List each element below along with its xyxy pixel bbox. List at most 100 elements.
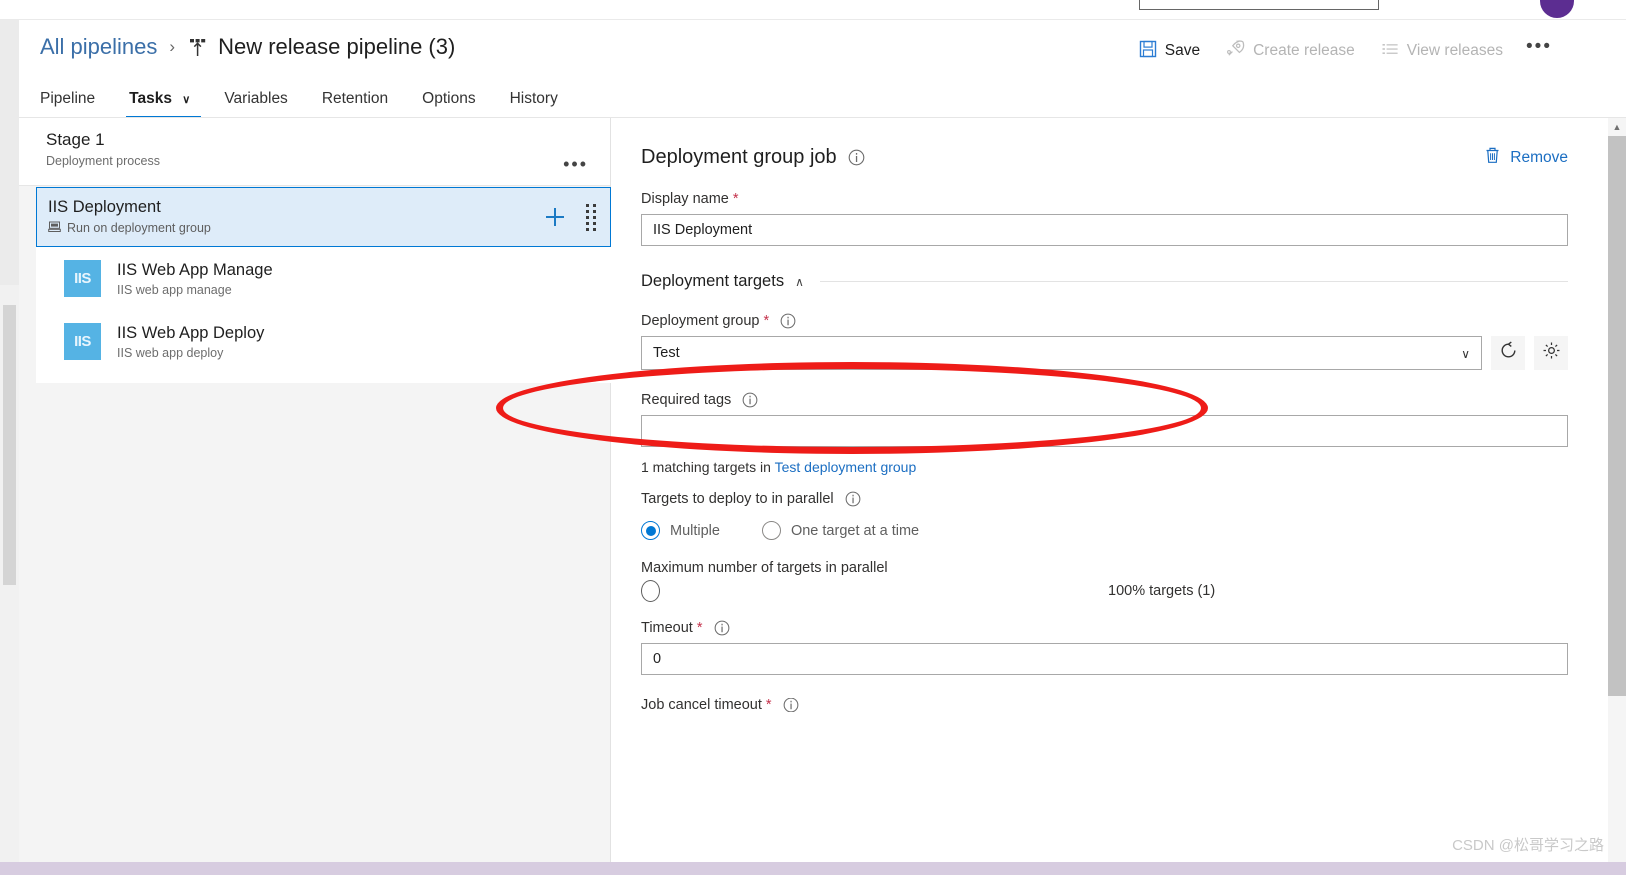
manage-settings-button[interactable] bbox=[1534, 336, 1568, 370]
task-item-iis-web-app-manage[interactable]: IIS IIS Web App Manage IIS web app manag… bbox=[36, 247, 611, 310]
stage-header: Stage 1 Deployment process ••• bbox=[19, 118, 610, 186]
job-title: IIS Deployment bbox=[48, 198, 161, 216]
stage-menu-button[interactable]: ••• bbox=[563, 154, 588, 175]
deployment-targets-label: Deployment targets bbox=[641, 272, 785, 290]
header-divider bbox=[0, 19, 1626, 20]
required-tags-field: Required tags bbox=[641, 392, 1568, 447]
view-releases-label: View releases bbox=[1406, 42, 1503, 59]
tab-retention-label: Retention bbox=[321, 90, 389, 107]
display-name-input[interactable] bbox=[641, 214, 1568, 246]
breadcrumb-separator: › bbox=[169, 37, 176, 56]
timeout-input[interactable] bbox=[641, 643, 1568, 675]
section-divider bbox=[819, 281, 1568, 282]
chevron-up-icon: ∧ bbox=[795, 274, 804, 289]
panel-title: Deployment group job bbox=[641, 146, 837, 168]
task-texts: IIS Web App Deploy IIS web app deploy bbox=[117, 324, 264, 360]
parallel-label-text: Targets to deploy to in parallel bbox=[641, 491, 834, 507]
os-taskbar bbox=[0, 862, 1626, 875]
max-parallel-value: 100% targets (1) bbox=[1108, 583, 1216, 599]
page-title: New release pipeline (3) bbox=[218, 34, 456, 59]
tab-history[interactable]: History bbox=[493, 90, 575, 118]
info-icon[interactable] bbox=[780, 313, 796, 329]
display-name-field: Display name * bbox=[641, 191, 1568, 246]
tab-options[interactable]: Options bbox=[405, 90, 492, 118]
user-avatar[interactable] bbox=[1540, 0, 1574, 18]
deployment-group-label: Deployment group * bbox=[641, 313, 1568, 329]
required-tags-label-text: Required tags bbox=[641, 392, 732, 408]
task-texts: IIS Web App Manage IIS web app manage bbox=[117, 261, 273, 297]
task-title: IIS Web App Manage bbox=[117, 260, 273, 279]
max-parallel-slider-row: 100% targets (1) bbox=[641, 580, 1568, 602]
info-icon[interactable] bbox=[783, 698, 799, 712]
left-rail-scroll-thumb[interactable] bbox=[3, 305, 16, 585]
scroll-up-icon[interactable]: ▲ bbox=[1608, 118, 1626, 136]
browser-chrome-sliver bbox=[0, 0, 1626, 20]
timeout-label-text: Timeout bbox=[641, 620, 693, 636]
required-marker: * bbox=[732, 191, 739, 207]
tab-pipeline[interactable]: Pipeline bbox=[40, 90, 112, 118]
gear-icon bbox=[1542, 341, 1561, 365]
iis-icon: IIS bbox=[64, 260, 101, 297]
save-button[interactable]: Save bbox=[1126, 35, 1213, 68]
drag-handle[interactable] bbox=[578, 202, 604, 232]
deployment-group-label-text: Deployment group bbox=[641, 313, 760, 329]
info-icon[interactable] bbox=[848, 149, 865, 166]
job-item-iis-deployment[interactable]: IIS Deployment Run on deployment group bbox=[36, 187, 611, 247]
breadcrumb-all-pipelines[interactable]: All pipelines bbox=[40, 34, 157, 60]
job-cancel-timeout-label-text: Job cancel timeout bbox=[641, 698, 762, 712]
deployment-group-controls: Test ∨ bbox=[641, 336, 1568, 370]
tab-tasks[interactable]: Tasks ∨ bbox=[112, 90, 207, 118]
task-list: IIS Deployment Run on deployment group I… bbox=[36, 187, 611, 383]
display-name-label: Display name * bbox=[641, 191, 1568, 207]
info-icon[interactable] bbox=[714, 620, 730, 636]
tab-retention[interactable]: Retention bbox=[305, 90, 405, 118]
rocket-icon bbox=[1226, 39, 1245, 63]
create-release-button[interactable]: Create release bbox=[1213, 34, 1368, 68]
radio-one-target-at-a-time[interactable]: One target at a time bbox=[761, 521, 920, 540]
search-box[interactable] bbox=[1139, 0, 1379, 10]
tab-variables[interactable]: Variables bbox=[207, 90, 304, 118]
breadcrumb: All pipelines › New release pipeline (3) bbox=[40, 26, 455, 68]
scrollbar-thumb[interactable] bbox=[1608, 136, 1626, 696]
tab-bar: Pipeline Tasks ∨ Variables Retention Opt… bbox=[40, 82, 575, 118]
radio-multiple-label: Multiple bbox=[670, 522, 720, 539]
matching-targets-hint: 1 matching targets in Test deployment gr… bbox=[641, 459, 1568, 475]
info-icon[interactable] bbox=[845, 491, 861, 507]
job-subtitle-row: Run on deployment group bbox=[48, 220, 540, 236]
app-root: All pipelines › New release pipeline (3) bbox=[0, 0, 1626, 875]
watermark: CSDN @松哥学习之路 bbox=[1452, 837, 1604, 854]
required-marker: * bbox=[696, 620, 703, 636]
info-icon[interactable] bbox=[742, 392, 758, 408]
slider-thumb[interactable] bbox=[641, 580, 660, 602]
panel-scrollbar[interactable]: ▲ bbox=[1608, 118, 1626, 875]
remove-button[interactable]: Remove bbox=[1484, 146, 1568, 169]
job-texts: IIS Deployment Run on deployment group bbox=[48, 198, 540, 236]
add-task-button[interactable] bbox=[540, 205, 570, 229]
timeout-label: Timeout * bbox=[641, 620, 1568, 636]
parallel-field: Targets to deploy to in parallel Multipl… bbox=[641, 491, 1568, 540]
radio-multiple[interactable]: Multiple bbox=[641, 521, 720, 540]
view-releases-button[interactable]: View releases bbox=[1368, 35, 1516, 68]
list-icon bbox=[1381, 40, 1399, 63]
tab-options-label: Options bbox=[422, 90, 476, 107]
save-icon bbox=[1139, 40, 1157, 63]
more-commands-button[interactable]: ••• bbox=[1526, 36, 1552, 58]
chevron-down-icon: ∨ bbox=[1461, 347, 1470, 361]
radio-one-target-label: One target at a time bbox=[790, 522, 920, 539]
remove-label: Remove bbox=[1510, 148, 1568, 166]
refresh-button[interactable] bbox=[1491, 336, 1525, 370]
timeout-field: Timeout * bbox=[641, 620, 1568, 675]
deployment-targets-section-header[interactable]: Deployment targets ∧ bbox=[641, 272, 1568, 291]
task-item-iis-web-app-deploy[interactable]: IIS IIS Web App Deploy IIS web app deplo… bbox=[36, 310, 611, 373]
panel-header: Deployment group job Remove bbox=[612, 118, 1608, 169]
create-release-label: Create release bbox=[1253, 42, 1355, 59]
deployment-group-link[interactable]: Test deployment group bbox=[775, 459, 917, 475]
tab-pipeline-label: Pipeline bbox=[40, 90, 96, 107]
required-tags-input[interactable] bbox=[641, 415, 1568, 447]
parallel-radio-group: Multiple One target at a time bbox=[641, 521, 1568, 540]
iis-icon: IIS bbox=[64, 323, 101, 360]
radio-one-target-circle bbox=[761, 521, 781, 540]
tab-tasks-label: Tasks bbox=[129, 90, 172, 107]
job-details-panel: Deployment group job Remove Display name… bbox=[612, 118, 1608, 875]
deployment-group-dropdown[interactable]: Test ∨ bbox=[641, 336, 1482, 370]
